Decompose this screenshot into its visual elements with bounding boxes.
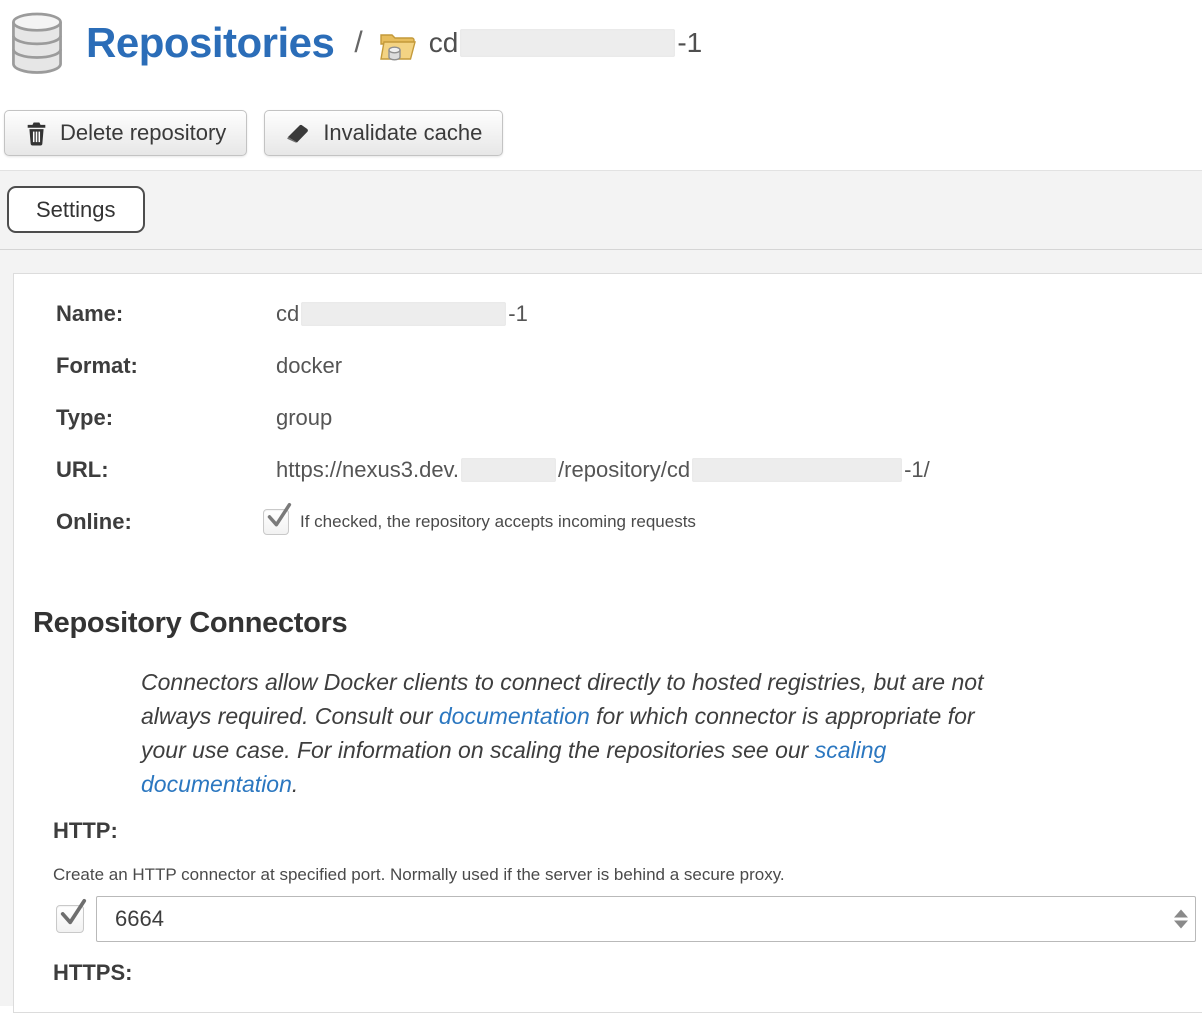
eraser-icon bbox=[285, 121, 311, 145]
toolbar: Delete repository Invalidate cache bbox=[4, 110, 503, 156]
redaction-blur bbox=[301, 302, 506, 326]
spinner-arrows-icon[interactable] bbox=[1174, 910, 1188, 929]
repo-name-prefix: cd bbox=[429, 27, 459, 59]
checkmark-icon bbox=[59, 897, 87, 929]
redaction-blur bbox=[692, 458, 902, 482]
field-row-format: Format: docker bbox=[14, 353, 1202, 405]
spinner-up-arrow[interactable] bbox=[1174, 910, 1188, 918]
field-row-online: Online: If checked, the repository accep… bbox=[14, 509, 1202, 561]
name-label: Name: bbox=[56, 301, 276, 327]
tab-strip-divider bbox=[0, 249, 1202, 250]
type-value: group bbox=[276, 405, 332, 431]
trash-icon bbox=[25, 121, 48, 146]
checkmark-icon bbox=[266, 501, 292, 531]
online-label: Online: bbox=[56, 509, 276, 535]
folder-repo-icon bbox=[379, 30, 417, 62]
delete-repository-button[interactable]: Delete repository bbox=[4, 110, 247, 156]
documentation-link[interactable]: documentation bbox=[439, 703, 590, 729]
url-part2: /repository/cd bbox=[558, 457, 690, 483]
type-label: Type: bbox=[56, 405, 276, 431]
url-part1: https://nexus3.dev. bbox=[276, 457, 459, 483]
format-label: Format: bbox=[56, 353, 276, 379]
url-part3: -1/ bbox=[904, 457, 930, 483]
http-label: HTTP: bbox=[53, 818, 1202, 844]
http-port-input[interactable] bbox=[96, 896, 1196, 942]
database-icon bbox=[8, 11, 66, 75]
field-row-type: Type: group bbox=[14, 405, 1202, 457]
spinner-down-arrow[interactable] bbox=[1174, 921, 1188, 929]
name-value-prefix: cd bbox=[276, 301, 299, 327]
repository-connectors-heading: Repository Connectors bbox=[33, 607, 1202, 640]
http-port-input-wrap bbox=[96, 896, 1196, 942]
breadcrumb-repo-name: cd -1 bbox=[429, 27, 702, 59]
repo-name-suffix: -1 bbox=[677, 27, 702, 59]
invalidate-cache-button[interactable]: Invalidate cache bbox=[264, 110, 503, 156]
field-row-name: Name: cd -1 bbox=[14, 301, 1202, 353]
online-checkbox[interactable] bbox=[263, 509, 289, 535]
online-value: If checked, the repository accepts incom… bbox=[263, 509, 696, 535]
repo-summary-fields: Name: cd -1 Format: docker Type: group U… bbox=[14, 274, 1202, 561]
delete-repository-label: Delete repository bbox=[60, 120, 226, 146]
redaction-blur bbox=[461, 458, 556, 482]
http-port-row bbox=[56, 894, 1202, 944]
page-header: Repositories / cd -1 bbox=[8, 8, 702, 78]
page-title[interactable]: Repositories bbox=[86, 19, 334, 67]
intro-part3: . bbox=[292, 771, 298, 797]
http-help-text: Create an HTTP connector at specified po… bbox=[53, 865, 1202, 885]
http-enabled-checkbox[interactable] bbox=[56, 905, 84, 933]
breadcrumb-separator: / bbox=[354, 26, 362, 60]
name-value: cd -1 bbox=[276, 301, 528, 327]
name-value-suffix: -1 bbox=[508, 301, 528, 327]
redaction-blur bbox=[460, 29, 675, 57]
url-label: URL: bbox=[56, 457, 276, 483]
settings-panel: Name: cd -1 Format: docker Type: group U… bbox=[13, 273, 1202, 1013]
online-caption: If checked, the repository accepts incom… bbox=[300, 509, 696, 535]
https-label: HTTPS: bbox=[53, 960, 1202, 986]
url-value: https://nexus3.dev. /repository/cd -1/ bbox=[276, 457, 930, 483]
invalidate-cache-label: Invalidate cache bbox=[323, 120, 482, 146]
field-row-url: URL: https://nexus3.dev. /repository/cd … bbox=[14, 457, 1202, 509]
format-value: docker bbox=[276, 353, 342, 379]
connectors-intro-text: Connectors allow Docker clients to conne… bbox=[141, 665, 1131, 801]
tab-settings[interactable]: Settings bbox=[7, 186, 145, 233]
tab-settings-label: Settings bbox=[36, 197, 116, 223]
